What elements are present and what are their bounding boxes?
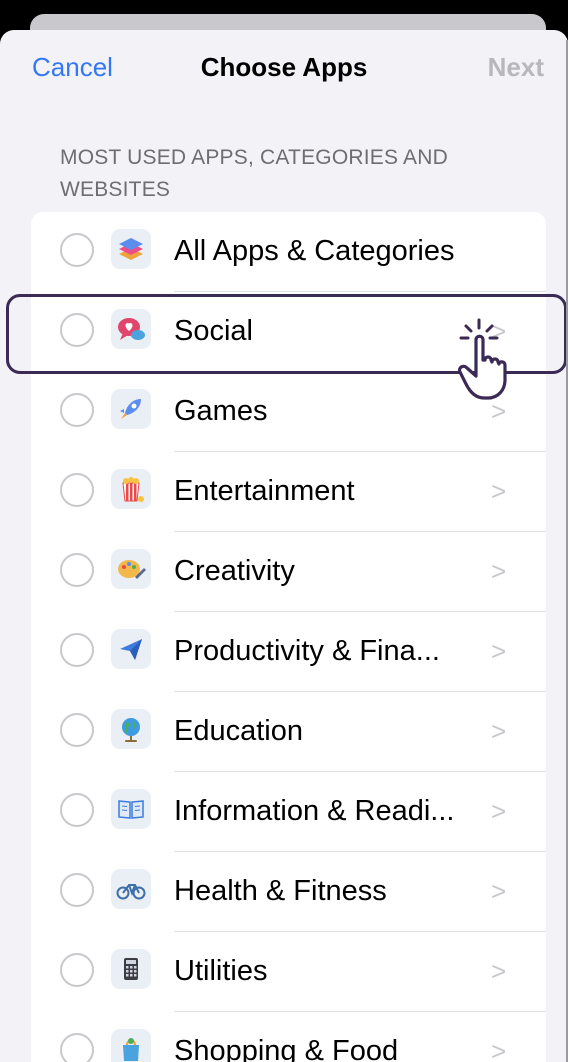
list-item-education[interactable]: Education > — [31, 692, 546, 772]
radio-button[interactable] — [60, 393, 94, 427]
radio-button[interactable] — [60, 953, 94, 987]
item-label: All Apps & Categories — [174, 235, 455, 267]
popcorn-icon — [111, 469, 151, 509]
chevron-right-icon: > — [491, 716, 507, 746]
rocket-icon — [111, 389, 151, 429]
radio-button[interactable] — [60, 233, 94, 267]
palette-icon — [111, 549, 151, 589]
shopping-bag-icon — [111, 1029, 151, 1062]
list-item-information[interactable]: Information & Readi... > — [31, 772, 546, 852]
nav-bar: Cancel Choose Apps Next — [0, 30, 568, 102]
chevron-right-icon: > — [491, 556, 507, 586]
calculator-icon — [111, 949, 151, 989]
item-label: Utilities — [174, 955, 268, 987]
item-label: Creativity — [174, 555, 295, 587]
chevron-right-icon: > — [491, 636, 507, 666]
radio-button[interactable] — [60, 713, 94, 747]
chevron-right-icon: > — [491, 876, 507, 906]
chevron-right-icon: > — [491, 956, 507, 986]
radio-button[interactable] — [60, 1033, 94, 1062]
chevron-right-icon: > — [491, 796, 507, 826]
section-header: MOST USED APPS, CATEGORIES AND WEBSITES — [60, 146, 448, 201]
tap-hand-icon — [457, 318, 507, 400]
list-item-health[interactable]: Health & Fitness > — [31, 852, 546, 932]
book-icon — [111, 789, 151, 829]
item-label: Games — [174, 395, 268, 427]
page-title: Choose Apps — [200, 52, 368, 82]
stack-layers-icon — [111, 229, 151, 269]
chevron-right-icon: > — [491, 476, 507, 506]
item-label: Productivity & Fina... — [174, 635, 440, 667]
globe-icon — [111, 709, 151, 749]
radio-button[interactable] — [60, 473, 94, 507]
list-item-shopping[interactable]: Shopping & Food > — [31, 1012, 546, 1062]
list-item-entertainment[interactable]: Entertainment > — [31, 452, 546, 532]
list-item-all-apps[interactable]: All Apps & Categories — [31, 212, 546, 292]
item-label: Entertainment — [174, 475, 355, 507]
radio-button[interactable] — [60, 793, 94, 827]
bicycle-icon — [111, 869, 151, 909]
item-label: Health & Fitness — [174, 875, 387, 907]
radio-button[interactable] — [60, 633, 94, 667]
list-item-creativity[interactable]: Creativity > — [31, 532, 546, 612]
item-label: Information & Readi... — [174, 795, 455, 827]
chevron-right-icon: > — [491, 1036, 507, 1062]
item-label: Shopping & Food — [174, 1035, 399, 1062]
list-item-utilities[interactable]: Utilities > — [31, 932, 546, 1012]
choose-apps-sheet: Cancel Choose Apps Next MOST USED APPS, … — [0, 30, 568, 1062]
radio-button[interactable] — [60, 553, 94, 587]
item-label: Education — [174, 715, 303, 747]
paper-plane-icon — [111, 629, 151, 669]
next-button[interactable]: Next — [488, 52, 544, 82]
radio-button[interactable] — [60, 873, 94, 907]
list-item-productivity[interactable]: Productivity & Fina... > — [31, 612, 546, 692]
